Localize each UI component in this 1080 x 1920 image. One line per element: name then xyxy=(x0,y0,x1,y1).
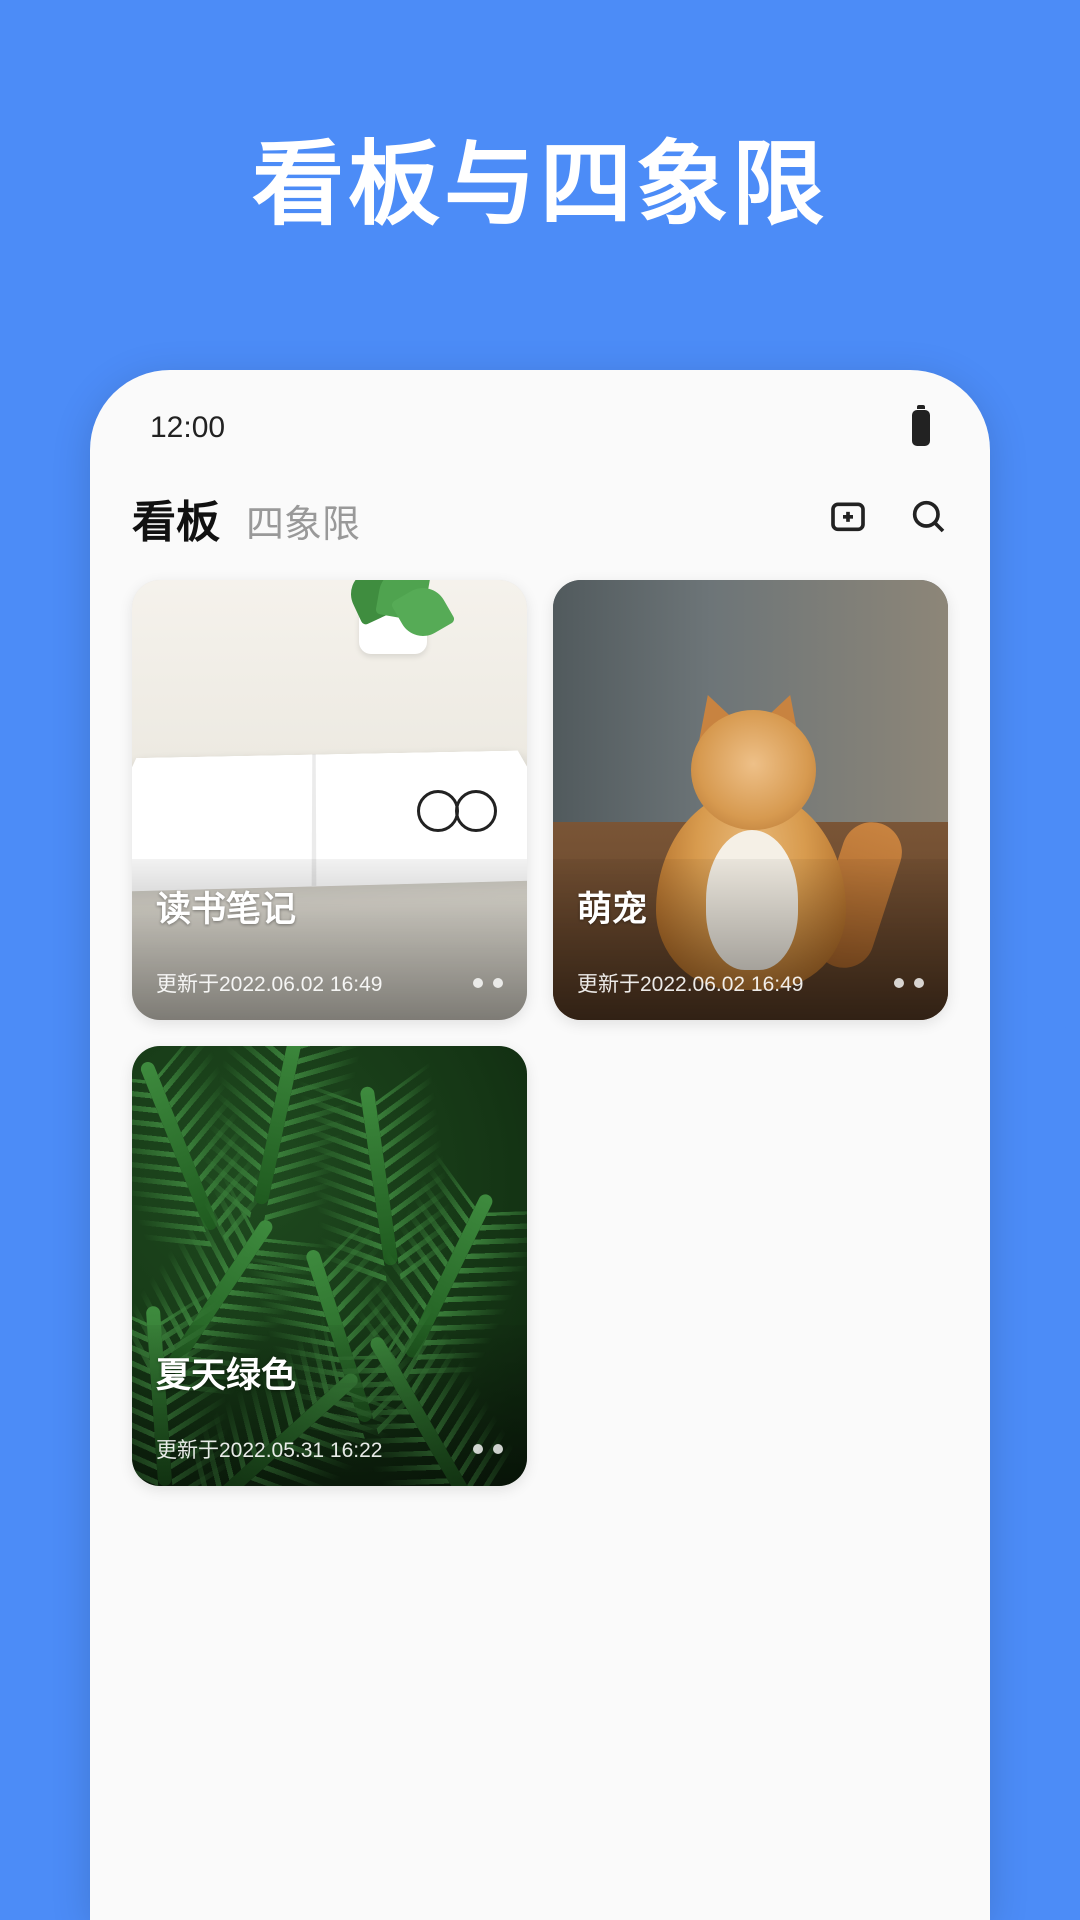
card-overlay: 夏天绿色 更新于2022.05.31 16:22 xyxy=(132,1325,527,1486)
tab-kanban[interactable]: 看板 xyxy=(132,486,220,550)
tab-quadrant[interactable]: 四象限 xyxy=(246,493,360,548)
add-folder-icon xyxy=(828,496,868,536)
background-curve-right xyxy=(985,830,1080,1030)
hero-title: 看板与四象限 xyxy=(0,0,1080,243)
header-bar: 看板 四象限 xyxy=(90,466,990,580)
status-time: 12:00 xyxy=(150,411,225,445)
status-bar: 12:00 xyxy=(90,370,990,466)
card-pagination-dots xyxy=(473,1444,503,1454)
card-footer: 更新于2022.05.31 16:22 xyxy=(156,1434,503,1464)
add-button[interactable] xyxy=(828,496,868,541)
phone-frame: 12:00 看板 四象限 xyxy=(90,370,990,1920)
card-overlay: 读书笔记 更新于2022.06.02 16:49 xyxy=(132,859,527,1020)
card-updated-at: 更新于2022.06.02 16:49 xyxy=(577,968,804,998)
card-pagination-dots xyxy=(894,978,924,988)
search-button[interactable] xyxy=(908,496,948,541)
tabs: 看板 四象限 xyxy=(132,486,360,550)
card-grid: 读书笔记 更新于2022.06.02 16:49 萌宠 xyxy=(90,580,990,1486)
card-updated-at: 更新于2022.06.02 16:49 xyxy=(156,968,383,998)
card-overlay: 萌宠 更新于2022.06.02 16:49 xyxy=(553,859,948,1020)
card-title: 读书笔记 xyxy=(156,881,503,932)
card-title: 夏天绿色 xyxy=(156,1347,503,1398)
card-pagination-dots xyxy=(473,978,503,988)
card-cute-pet[interactable]: 萌宠 更新于2022.06.02 16:49 xyxy=(553,580,948,1020)
header-actions xyxy=(828,496,948,541)
card-footer: 更新于2022.06.02 16:49 xyxy=(577,968,924,998)
search-icon xyxy=(908,496,948,536)
card-summer-green[interactable]: 夏天绿色 更新于2022.05.31 16:22 xyxy=(132,1046,527,1486)
card-updated-at: 更新于2022.05.31 16:22 xyxy=(156,1434,383,1464)
battery-icon xyxy=(912,410,930,446)
card-reading-notes[interactable]: 读书笔记 更新于2022.06.02 16:49 xyxy=(132,580,527,1020)
card-title: 萌宠 xyxy=(577,881,924,932)
card-footer: 更新于2022.06.02 16:49 xyxy=(156,968,503,998)
background-curve-left xyxy=(0,830,95,1030)
